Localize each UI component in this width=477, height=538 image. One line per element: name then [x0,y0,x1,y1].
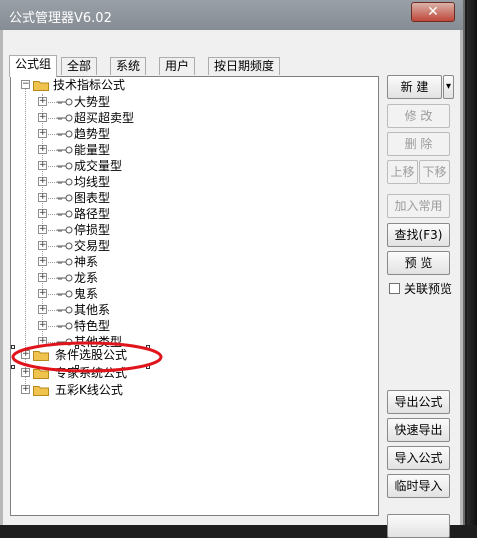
new-button[interactable]: 新 建 [387,75,442,99]
key-icon [57,226,73,234]
import-formula-button[interactable]: 导入公式 [387,446,450,470]
expand-icon[interactable]: + [38,273,47,282]
key-icon [57,322,73,330]
key-icon [57,242,73,250]
client-area: 公式组 全部 系统 用户 按日期频度 − 技术指标公式 + 大势型 + 超买超卖型 + 趋… [3,30,460,538]
tree-node-label: 均线型 [74,175,111,189]
tab-by-date-frequency[interactable]: 按日期频度 [208,57,281,75]
tree-child-node[interactable]: + 交易型 [11,238,311,254]
tree-node-label: 超买超卖型 [74,111,135,125]
tree-child-node[interactable]: + 神系 [11,254,311,270]
title-bar[interactable]: 公式管理器V6.02 ✕ [0,0,463,30]
key-icon [57,306,73,314]
tree-node-technical-indicators[interactable]: − 技术指标公式 [11,77,311,93]
delete-button[interactable]: 删 除 [387,132,450,156]
key-icon [57,194,73,202]
expand-icon[interactable]: + [38,305,47,314]
tree-node-label: 技术指标公式 [53,78,126,92]
key-icon [57,114,73,122]
tree-child-node[interactable]: + 路径型 [11,206,311,222]
tree-node-label: 其他系 [74,303,111,317]
tree-child-node[interactable]: + 停损型 [11,222,311,238]
tree-node-colored-kline[interactable]: + 五彩K线公式 [11,382,311,398]
highlight-ellipse [11,341,163,373]
expand-icon[interactable]: + [38,145,47,154]
tree-child-node[interactable]: + 成交量型 [11,158,311,174]
tree-child-node[interactable]: + 趋势型 [11,126,311,142]
background-strip [467,0,477,525]
partial-bottom-button[interactable] [387,514,450,538]
key-icon [57,162,73,170]
link-preview-label: 关联预览 [404,282,453,296]
tree-child-node[interactable]: + 图表型 [11,190,311,206]
tree-child-node[interactable]: + 能量型 [11,142,311,158]
temp-import-button[interactable]: 临时导入 [387,474,450,498]
tab-all[interactable]: 全部 [61,57,98,75]
quick-export-button[interactable]: 快速导出 [387,418,450,442]
folder-icon [33,386,49,396]
tree-node-label: 停损型 [74,223,111,237]
key-icon [57,146,73,154]
tree-node-label: 鬼系 [74,287,99,301]
tree-child-node[interactable]: + 均线型 [11,174,311,190]
expand-icon[interactable]: + [38,97,47,106]
formula-tree[interactable]: − 技术指标公式 + 大势型 + 超买超卖型 + 趋势型 + 能量型 + 成交量型 + 均线型 + 图表型… [10,76,379,516]
move-down-button[interactable]: 下移 [419,160,450,184]
tree-node-label: 路径型 [74,207,111,221]
close-button[interactable]: ✕ [411,2,455,22]
tree-node-label: 趋势型 [74,127,111,141]
key-icon [57,98,73,106]
new-dropdown-button[interactable]: ▾ [443,75,454,99]
expand-icon[interactable]: + [21,385,30,394]
find-button[interactable]: 查找(F3) [387,223,450,247]
collapse-icon[interactable]: − [21,80,30,89]
tree-node-label: 龙系 [74,271,99,285]
tree-node-label: 特色型 [74,319,111,333]
close-icon: ✕ [427,4,439,20]
tree-child-node[interactable]: + 其他系 [11,302,311,318]
tree-child-node[interactable]: + 特色型 [11,318,311,334]
move-up-button[interactable]: 上移 [387,160,418,184]
formula-manager-window: 公式管理器V6.02 ✕ 公式组 全部 系统 用户 按日期频度 − 技术指标公式… [0,0,465,538]
expand-icon[interactable]: + [38,209,47,218]
tree-node-label: 交易型 [74,239,111,253]
preview-button[interactable]: 预 览 [387,251,450,275]
add-common-button[interactable]: 加入常用 [387,194,450,218]
tab-formula-group[interactable]: 公式组 [9,55,58,77]
tree-node-label: 神系 [74,255,99,269]
tree-child-node[interactable]: + 超买超卖型 [11,110,311,126]
key-icon [57,210,73,218]
expand-icon[interactable]: + [38,321,47,330]
expand-icon[interactable]: + [38,161,47,170]
link-preview-checkbox[interactable] [389,283,400,294]
tree-node-label: 成交量型 [74,159,123,173]
tree-node-label: 图表型 [74,191,111,205]
key-icon [57,274,73,282]
tree-child-node[interactable]: + 鬼系 [11,286,311,302]
expand-icon[interactable]: + [38,241,47,250]
expand-icon[interactable]: + [38,193,47,202]
folder-icon [33,81,49,91]
tree-child-node[interactable]: + 大势型 [11,94,311,110]
key-icon [57,130,73,138]
tab-user[interactable]: 用户 [159,57,196,75]
tree-node-label: 大势型 [74,95,111,109]
expand-icon[interactable]: + [38,257,47,266]
modify-button[interactable]: 修 改 [387,104,450,128]
export-formula-button[interactable]: 导出公式 [387,390,450,414]
expand-icon[interactable]: + [38,177,47,186]
expand-icon[interactable]: + [38,129,47,138]
window-title: 公式管理器V6.02 [9,11,112,26]
expand-icon[interactable]: + [38,225,47,234]
expand-icon[interactable]: + [38,289,47,298]
key-icon [57,290,73,298]
key-icon [57,258,73,266]
tree-child-node[interactable]: + 龙系 [11,270,311,286]
tab-system[interactable]: 系统 [110,57,147,75]
key-icon [57,178,73,186]
tree-node-label: 能量型 [74,143,111,157]
tree-node-label: 五彩K线公式 [55,383,123,397]
expand-icon[interactable]: + [38,113,47,122]
